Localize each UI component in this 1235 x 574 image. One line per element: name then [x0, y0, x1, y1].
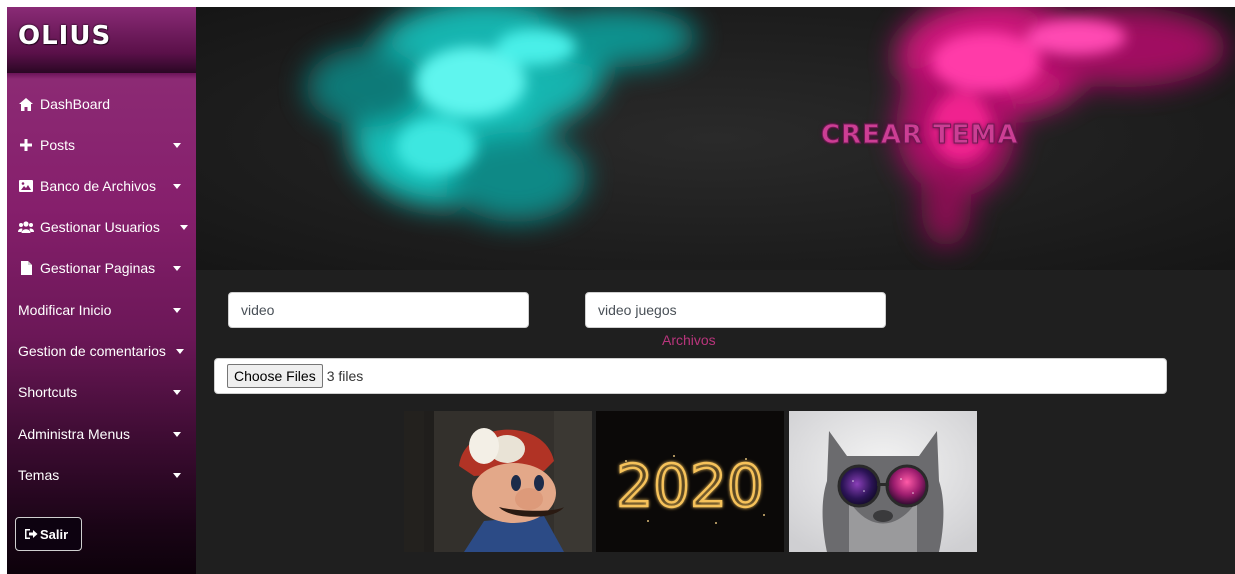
sidebar: OLIUS DashBoard Posts Banco de Archivos …	[7, 7, 196, 574]
users-icon	[18, 220, 34, 234]
sidebar-item-label: Administra Menus	[18, 426, 131, 442]
sidebar-item-label: Banco de Archivos	[40, 178, 156, 194]
cat-sunglasses-image	[789, 411, 977, 552]
sidebar-item-temas[interactable]: Temas	[7, 455, 196, 495]
sidebar-item-label: Posts	[40, 137, 76, 153]
sparkler-2020-thumbnail: 2020	[596, 411, 784, 552]
sidebar-item-shortcuts[interactable]: Shortcuts	[7, 372, 196, 412]
logout-label: Salir	[40, 526, 69, 542]
file-icon	[18, 261, 34, 275]
chevron-down-icon	[173, 266, 181, 271]
sidebar-item-label: Temas	[18, 467, 60, 483]
sidebar-item-label: Gestion de comentarios	[18, 343, 166, 359]
chevron-down-icon	[173, 473, 181, 478]
sidebar-item-banco-de-archivos[interactable]: Banco de Archivos	[7, 166, 196, 206]
sign-out-icon	[25, 528, 38, 540]
logout-button[interactable]: Salir	[15, 517, 82, 551]
chevron-down-icon	[173, 390, 181, 395]
sidebar-item-gestionar-usuarios[interactable]: Gestionar Usuarios	[7, 207, 196, 247]
sidebar-item-gestion-de-comentarios[interactable]: Gestion de comentarios	[7, 331, 196, 371]
sidebar-item-gestionar-paginas[interactable]: Gestionar Paginas	[7, 248, 196, 288]
sidebar-item-label: Gestionar Paginas	[40, 260, 156, 276]
sidebar-item-administra-menus[interactable]: Administra Menus	[7, 414, 196, 454]
choose-files-button[interactable]: Choose Files	[227, 364, 323, 388]
plus-icon	[18, 138, 34, 152]
sidebar-item-label: Modificar Inicio	[18, 302, 112, 318]
page-title: CREAR TEMA	[821, 120, 1019, 151]
category-input[interactable]	[585, 292, 886, 328]
sidebar-item-label: Shortcuts	[18, 384, 78, 400]
mario-image	[404, 411, 592, 552]
sidebar-item-dashboard[interactable]: DashBoard	[7, 84, 196, 124]
hero-banner: CREAR TEMA	[196, 7, 1235, 270]
sparkler-text: 2020	[616, 452, 764, 520]
name-input[interactable]	[228, 292, 529, 328]
sidebar-item-label: DashBoard	[40, 96, 111, 112]
chevron-down-icon	[180, 225, 188, 230]
home-icon	[18, 97, 34, 111]
chevron-down-icon	[173, 143, 181, 148]
image-icon	[18, 179, 34, 193]
files-label: Archivos	[662, 332, 716, 348]
file-input[interactable]: Choose Files 3 files	[214, 358, 1167, 394]
brand-header: OLIUS	[7, 7, 196, 73]
chevron-down-icon	[173, 432, 181, 437]
chevron-down-icon	[176, 349, 184, 354]
sidebar-item-label: Gestionar Usuarios	[40, 219, 160, 235]
smoke-background-image	[196, 7, 1235, 270]
chevron-down-icon	[173, 184, 181, 189]
files-status: 3 files	[326, 368, 364, 384]
cat-sunglasses-thumbnail	[789, 411, 977, 552]
mario-thumbnail	[404, 411, 592, 552]
sparkler-2020-image: 2020	[596, 411, 784, 552]
brand-logo: OLIUS	[18, 21, 112, 51]
sidebar-item-modificar-inicio[interactable]: Modificar Inicio	[7, 290, 196, 330]
chevron-down-icon	[173, 308, 181, 313]
sidebar-item-posts[interactable]: Posts	[7, 125, 196, 165]
